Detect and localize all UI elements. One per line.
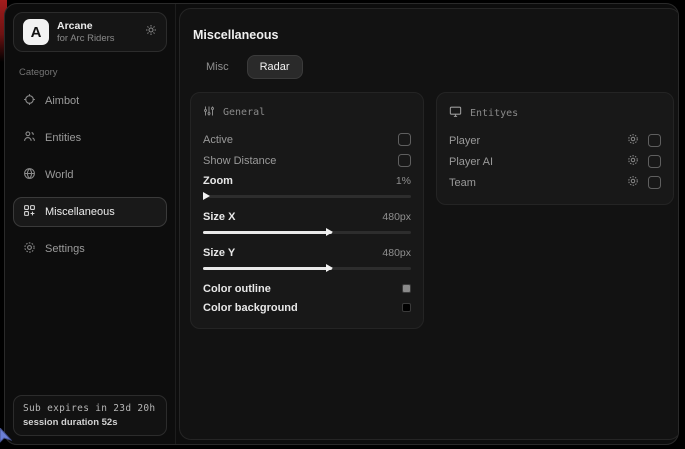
color-background-row: Color background xyxy=(203,298,411,317)
color-outline-swatch[interactable] xyxy=(402,284,411,293)
sidebar-item-entities[interactable]: Entities xyxy=(13,123,167,153)
entities-card: Entityes Player xyxy=(436,92,674,205)
subscription-card: Sub expires in 23d 20h session duration … xyxy=(13,395,167,436)
team-gear-icon[interactable] xyxy=(627,174,639,192)
player-label: Player xyxy=(449,135,480,147)
gear-icon xyxy=(23,241,36,257)
size-x-value: 480px xyxy=(382,211,411,223)
zoom-slider-thumb[interactable] xyxy=(203,192,210,200)
app-logo: A xyxy=(23,19,49,45)
general-card-title: General xyxy=(223,107,265,118)
size-y-label: Size Y xyxy=(203,247,235,259)
sidebar-item-label: Miscellaneous xyxy=(45,206,115,218)
active-row: Active xyxy=(203,129,411,150)
size-x-row: Size X 480px xyxy=(203,207,411,226)
app-title: Arcane xyxy=(57,20,137,33)
player-gear-icon[interactable] xyxy=(627,132,639,150)
monitor-icon xyxy=(449,105,462,121)
page-title: Miscellaneous xyxy=(193,28,674,42)
sub-expires-text: Sub expires in 23d 20h xyxy=(23,403,157,414)
player-checkbox[interactable] xyxy=(648,134,661,147)
crosshair-icon xyxy=(23,93,36,109)
active-label: Active xyxy=(203,134,233,146)
player-ai-checkbox[interactable] xyxy=(648,155,661,168)
zoom-row: Zoom 1% xyxy=(203,171,411,190)
grid-icon xyxy=(23,204,36,220)
size-x-slider-thumb[interactable] xyxy=(326,228,333,236)
team-row: Team xyxy=(449,172,661,193)
mouse-cursor xyxy=(0,428,12,449)
size-y-value: 480px xyxy=(382,247,411,259)
profile-card: A Arcane for Arc Riders xyxy=(13,12,167,52)
player-ai-label: Player AI xyxy=(449,156,493,168)
sidebar: A Arcane for Arc Riders Category xyxy=(5,4,176,444)
globe-icon xyxy=(23,167,36,183)
sidebar-item-world[interactable]: World xyxy=(13,160,167,190)
player-ai-row: Player AI xyxy=(449,151,661,172)
sidebar-item-label: Settings xyxy=(45,243,85,255)
general-card: General Active Show Distance Zoom xyxy=(190,92,424,329)
color-outline-row: Color outline xyxy=(203,279,411,298)
entities-icon xyxy=(23,130,36,146)
zoom-value: 1% xyxy=(396,175,411,187)
size-y-slider[interactable] xyxy=(203,263,411,273)
zoom-label: Zoom xyxy=(203,175,233,187)
main-panel: Miscellaneous Misc Radar xyxy=(179,8,679,440)
session-duration-text: session duration 52s xyxy=(23,417,157,428)
player-row: Player xyxy=(449,130,661,151)
screen: A Arcane for Arc Riders Category xyxy=(0,0,685,449)
size-x-slider[interactable] xyxy=(203,227,411,237)
entities-card-title: Entityes xyxy=(470,108,518,119)
show-distance-label: Show Distance xyxy=(203,155,276,167)
sidebar-item-label: Aimbot xyxy=(45,95,79,107)
tab-bar: Misc Radar xyxy=(193,55,674,79)
sliders-icon xyxy=(203,105,215,120)
player-ai-gear-icon[interactable] xyxy=(627,153,639,171)
main-area: Miscellaneous Misc Radar xyxy=(176,4,679,444)
zoom-slider[interactable] xyxy=(203,191,411,201)
color-outline-label: Color outline xyxy=(203,283,271,295)
size-y-row: Size Y 480px xyxy=(203,243,411,262)
show-distance-checkbox[interactable] xyxy=(398,154,411,167)
size-x-label: Size X xyxy=(203,211,235,223)
sidebar-item-label: World xyxy=(45,169,74,181)
sidebar-item-aimbot[interactable]: Aimbot xyxy=(13,86,167,116)
category-label: Category xyxy=(19,67,161,78)
profile-gear-icon[interactable] xyxy=(145,23,157,41)
app-window: A Arcane for Arc Riders Category xyxy=(4,3,679,445)
tab-misc[interactable]: Misc xyxy=(193,55,242,79)
sidebar-item-settings[interactable]: Settings xyxy=(13,234,167,264)
active-checkbox[interactable] xyxy=(398,133,411,146)
tab-radar[interactable]: Radar xyxy=(247,55,303,79)
sidebar-item-label: Entities xyxy=(45,132,81,144)
team-label: Team xyxy=(449,177,476,189)
sidebar-item-miscellaneous[interactable]: Miscellaneous xyxy=(13,197,167,227)
color-background-label: Color background xyxy=(203,302,298,314)
app-subtitle: for Arc Riders xyxy=(57,33,137,45)
show-distance-row: Show Distance xyxy=(203,150,411,171)
color-background-swatch[interactable] xyxy=(402,303,411,312)
size-y-slider-thumb[interactable] xyxy=(326,264,333,272)
team-checkbox[interactable] xyxy=(648,176,661,189)
